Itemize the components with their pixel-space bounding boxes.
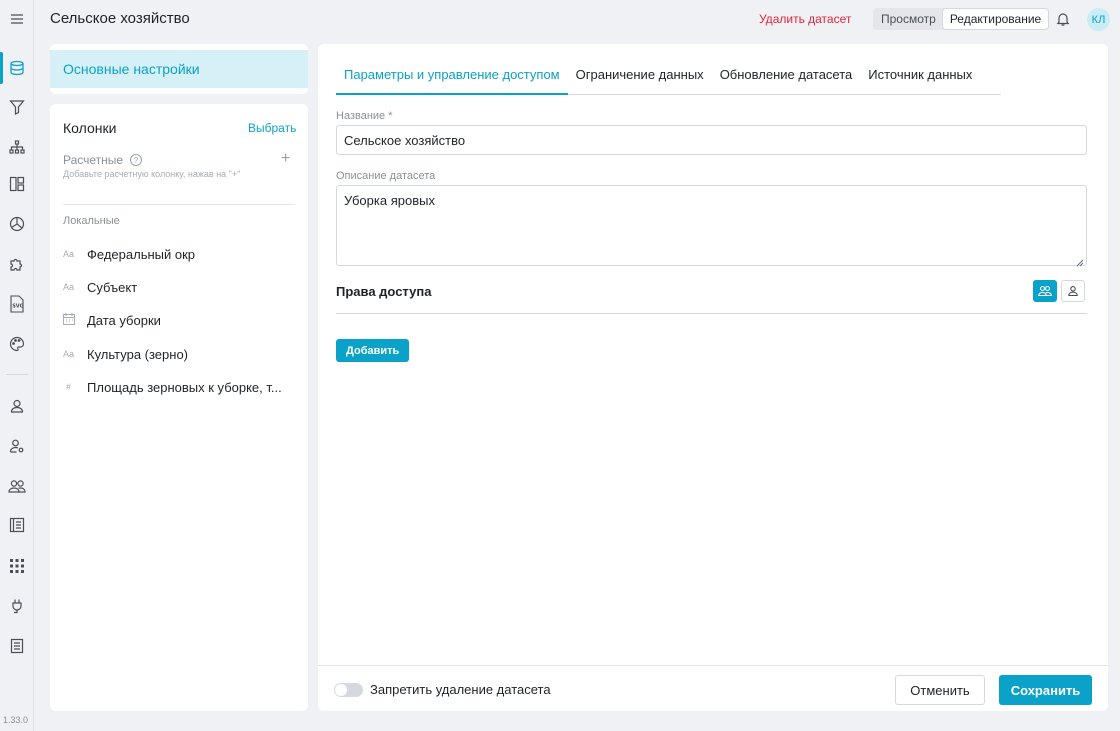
mode-switch: Просмотр Редактирование: [873, 8, 1050, 30]
text-type-icon: Aa: [63, 349, 75, 359]
local-label: Локальные: [63, 215, 120, 227]
divider: [63, 204, 295, 205]
document-list-icon[interactable]: [7, 636, 27, 656]
forbid-delete-label: Запретить удаление датасета: [370, 682, 551, 697]
main-panel: Параметры и управление доступом Ограниче…: [318, 44, 1108, 711]
delete-dataset-link[interactable]: Удалить датасет: [759, 12, 851, 26]
user-access-button[interactable]: [1061, 280, 1085, 302]
calendar-icon: [63, 313, 87, 327]
palette-icon[interactable]: [7, 334, 27, 354]
text-type-icon: Aa: [63, 249, 75, 259]
tab-dataset-refresh[interactable]: Обновление датасета: [712, 58, 861, 95]
help-icon[interactable]: ?: [130, 154, 142, 166]
svg-text:SVG: SVG: [12, 304, 24, 310]
page-title: Сельское хозяйство: [50, 10, 190, 27]
access-rights-title: Права доступа: [336, 284, 432, 299]
user-settings-icon[interactable]: [7, 436, 27, 456]
icon-rail: SVG 1.33.0: [0, 0, 34, 731]
tab-data-restriction[interactable]: Ограничение данных: [568, 58, 712, 95]
users-icon[interactable]: [7, 476, 27, 496]
bell-icon[interactable]: [1055, 11, 1071, 27]
book-icon[interactable]: [7, 515, 27, 535]
layout-icon[interactable]: [7, 174, 27, 194]
edit-mode-button[interactable]: Редактирование: [942, 9, 1049, 29]
database-icon[interactable]: [0, 52, 27, 84]
app-version: 1.33.0: [3, 715, 29, 725]
rights-divider: [336, 313, 1087, 314]
view-mode-button[interactable]: Просмотр: [874, 9, 943, 29]
columns-panel: Колонки Выбрать Расчетные ? + Добавьте р…: [50, 104, 308, 711]
calculated-hint: Добавьте расчетную колонку, нажав на "+": [63, 169, 241, 179]
settings-panel: Основные настройки: [50, 44, 308, 94]
user-icon[interactable]: [7, 396, 27, 416]
svg-icon[interactable]: SVG: [7, 294, 27, 314]
column-item[interactable]: Aa Культура (зерно): [63, 345, 295, 363]
column-name: Субъект: [87, 279, 138, 295]
column-item[interactable]: Aa Субъект: [63, 278, 295, 296]
rail-divider: [6, 374, 28, 375]
group-access-button[interactable]: [1033, 280, 1057, 302]
add-button[interactable]: Добавить: [336, 339, 410, 362]
column-item[interactable]: Aa Федеральный окр: [63, 245, 295, 263]
resize-handle-icon[interactable]: [1076, 255, 1084, 267]
cancel-button[interactable]: Отменить: [895, 675, 985, 705]
calculated-label: Расчетные: [63, 153, 124, 167]
forbid-delete-toggle[interactable]: [334, 683, 363, 697]
description-field[interactable]: Уборка яровых: [336, 185, 1087, 267]
tab-access[interactable]: Параметры и управление доступом: [336, 58, 568, 95]
puzzle-icon[interactable]: [7, 254, 27, 274]
column-item[interactable]: # Площадь зерновых к уборке, т...: [63, 378, 295, 396]
column-name: Дата уборки: [87, 312, 161, 328]
choose-columns-link[interactable]: Выбрать: [248, 121, 296, 135]
columns-title: Колонки: [63, 120, 117, 136]
name-label: Название *: [336, 110, 393, 122]
column-name: Культура (зерно): [87, 346, 188, 362]
save-button[interactable]: Сохранить: [999, 675, 1092, 705]
pie-chart-icon[interactable]: [7, 214, 27, 234]
text-type-icon: Aa: [63, 282, 75, 292]
avatar[interactable]: КЛ: [1087, 8, 1110, 31]
filter-icon[interactable]: [7, 97, 27, 117]
grid-icon[interactable]: [7, 556, 27, 576]
top-bar: Сельское хозяйство Удалить датасет Просм…: [34, 0, 1120, 40]
column-name: Площадь зерновых к уборке, т...: [87, 379, 282, 395]
basic-settings-item[interactable]: Основные настройки: [50, 50, 308, 88]
hierarchy-icon[interactable]: [7, 137, 27, 157]
plug-icon[interactable]: [7, 596, 27, 616]
number-type-icon: #: [66, 382, 72, 392]
name-field[interactable]: Сельское хозяйство: [336, 125, 1087, 155]
column-name: Федеральный окр: [87, 246, 196, 262]
menu-icon[interactable]: [9, 11, 25, 27]
column-item[interactable]: Дата уборки: [63, 311, 295, 329]
description-text: Уборка яровых: [344, 193, 435, 208]
footer-bar: Запретить удаление датасета Отменить Сох…: [318, 665, 1108, 711]
toggle-knob: [335, 684, 347, 696]
tab-bar: Параметры и управление доступом Ограниче…: [336, 58, 1001, 95]
tab-data-source[interactable]: Источник данных: [860, 58, 980, 95]
description-label: Описание датасета: [336, 170, 436, 182]
add-calculated-column-icon[interactable]: +: [281, 150, 290, 168]
